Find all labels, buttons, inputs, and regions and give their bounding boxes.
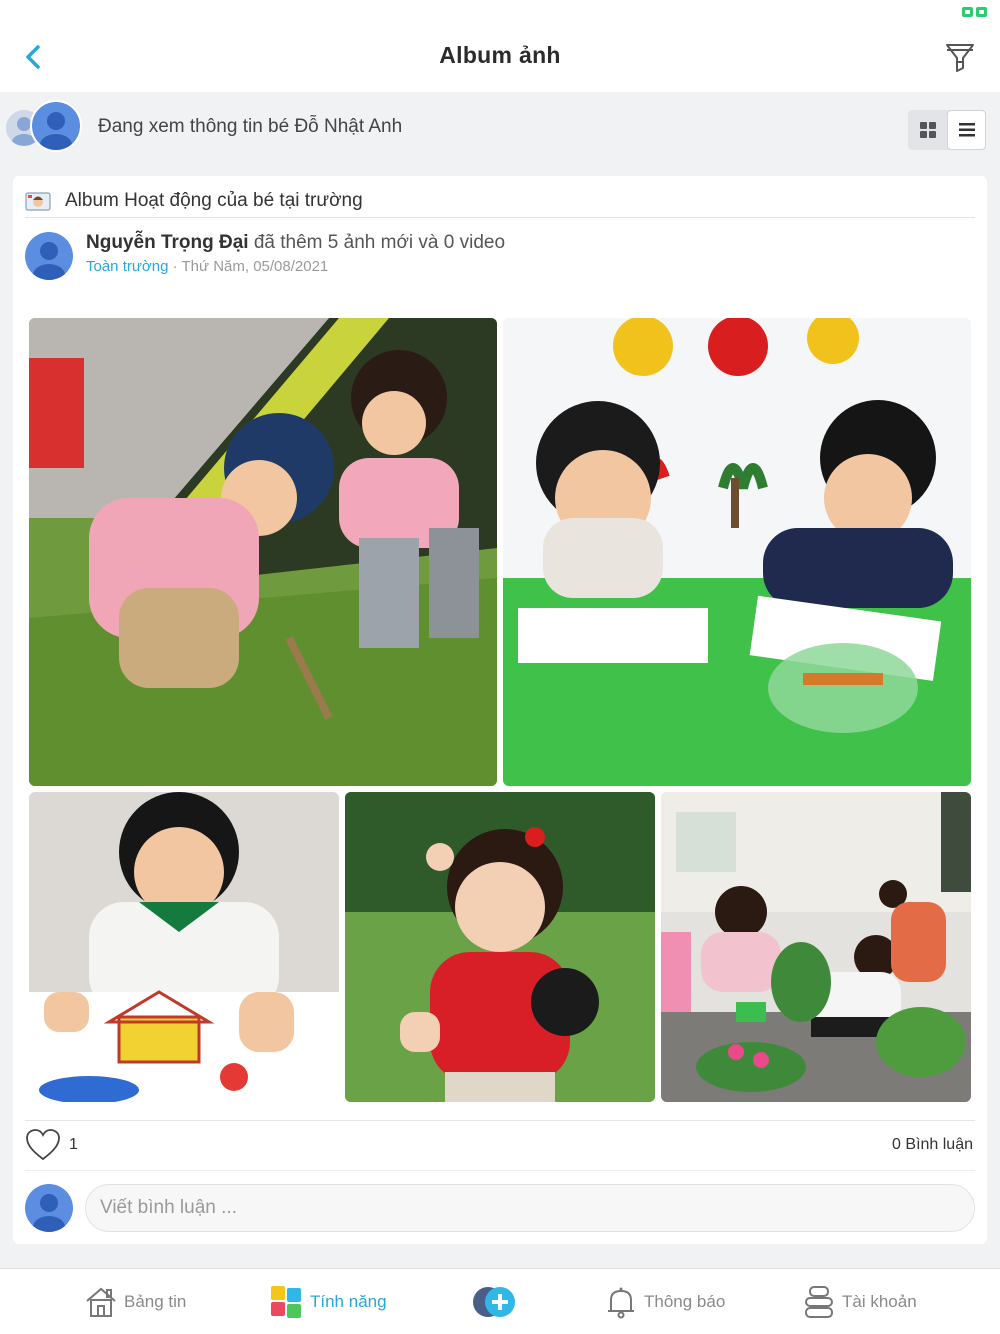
commenter-avatar [25,1184,73,1232]
nav-label: Thông báo [644,1292,726,1311]
post-meta: Toàn trường · Thứ Năm, 05/08/2021 [86,258,328,275]
photo-1[interactable] [29,318,497,786]
post-date: · Thứ Năm, 05/08/2021 [168,258,329,275]
heart-icon [26,1129,60,1161]
user-icon [33,1194,65,1232]
filter-funnel-icon [946,44,974,72]
poster-avatar[interactable] [25,232,73,280]
list-view-button[interactable] [947,110,986,150]
album-name: Hoạt động của bé tại trường [124,190,363,211]
post-activity-text: Nguyễn Trọng Đại đã thêm 5 ảnh mới và 0 … [86,232,505,254]
battery-icon [962,7,987,17]
account-icon [805,1286,833,1318]
nav-item-news-feed[interactable]: Bảng tin [84,1269,186,1334]
user-icon [33,242,65,280]
photo-kids-outdoor [29,318,497,786]
post-action: đã thêm 5 ảnh mới và 0 video [248,232,506,253]
bell-icon [608,1287,634,1319]
comment-count-link[interactable]: 0 Bình luận [892,1136,973,1154]
add-circle-icon [473,1287,515,1317]
post-scope[interactable]: Toàn trường [86,258,168,275]
photo-2[interactable] [503,318,971,786]
user-icon [40,112,72,150]
album-post-card: Album Hoạt động của bé tại trường Nguyễn… [13,176,987,1244]
photo-4[interactable] [345,792,655,1102]
nav-item-features[interactable]: Tính năng [270,1269,387,1334]
nav-label: Tài khoản [842,1292,917,1311]
nav-item-account[interactable]: Tài khoản [802,1269,917,1334]
app-header: Album ảnh [0,0,1000,92]
home-icon [86,1287,116,1317]
like-button[interactable] [25,1128,61,1162]
student-avatar[interactable] [30,100,82,152]
grid-view-icon [919,122,936,138]
grid-view-button[interactable] [908,110,947,150]
poster-name[interactable]: Nguyễn Trọng Đại [86,232,249,253]
photo-3[interactable] [29,792,339,1102]
page-title: Album ảnh [439,42,561,68]
puzzle-icon [271,1286,301,1318]
album-icon [25,192,51,211]
photo-child-coloring [29,792,339,1102]
photo-5[interactable] [661,792,971,1102]
album-label: Album [65,190,119,211]
student-info-text: Đang xem thông tin bé Đỗ Nhật Anh [98,116,403,137]
divider [25,1120,975,1121]
view-toggle [908,110,986,150]
student-bar: Đang xem thông tin bé Đỗ Nhật Anh [0,92,1000,162]
nav-label: Tính năng [310,1292,387,1311]
bottom-nav: Bảng tin Tính năng Thông báo Tài khoản [0,1268,1000,1334]
photo-kids-drawing [503,318,971,786]
nav-label: Bảng tin [124,1292,187,1311]
nav-item-add[interactable] [472,1269,518,1334]
nav-item-notifications[interactable]: Thông báo [604,1269,725,1334]
photo-kids-garden [661,792,971,1102]
divider [25,1170,975,1171]
filter-button[interactable] [944,40,976,74]
album-header[interactable]: Album Hoạt động của bé tại trường [25,188,975,218]
list-view-icon [958,123,975,137]
like-count: 1 [69,1136,78,1153]
comment-input[interactable] [85,1184,975,1232]
photo-toddler-park [345,792,655,1102]
